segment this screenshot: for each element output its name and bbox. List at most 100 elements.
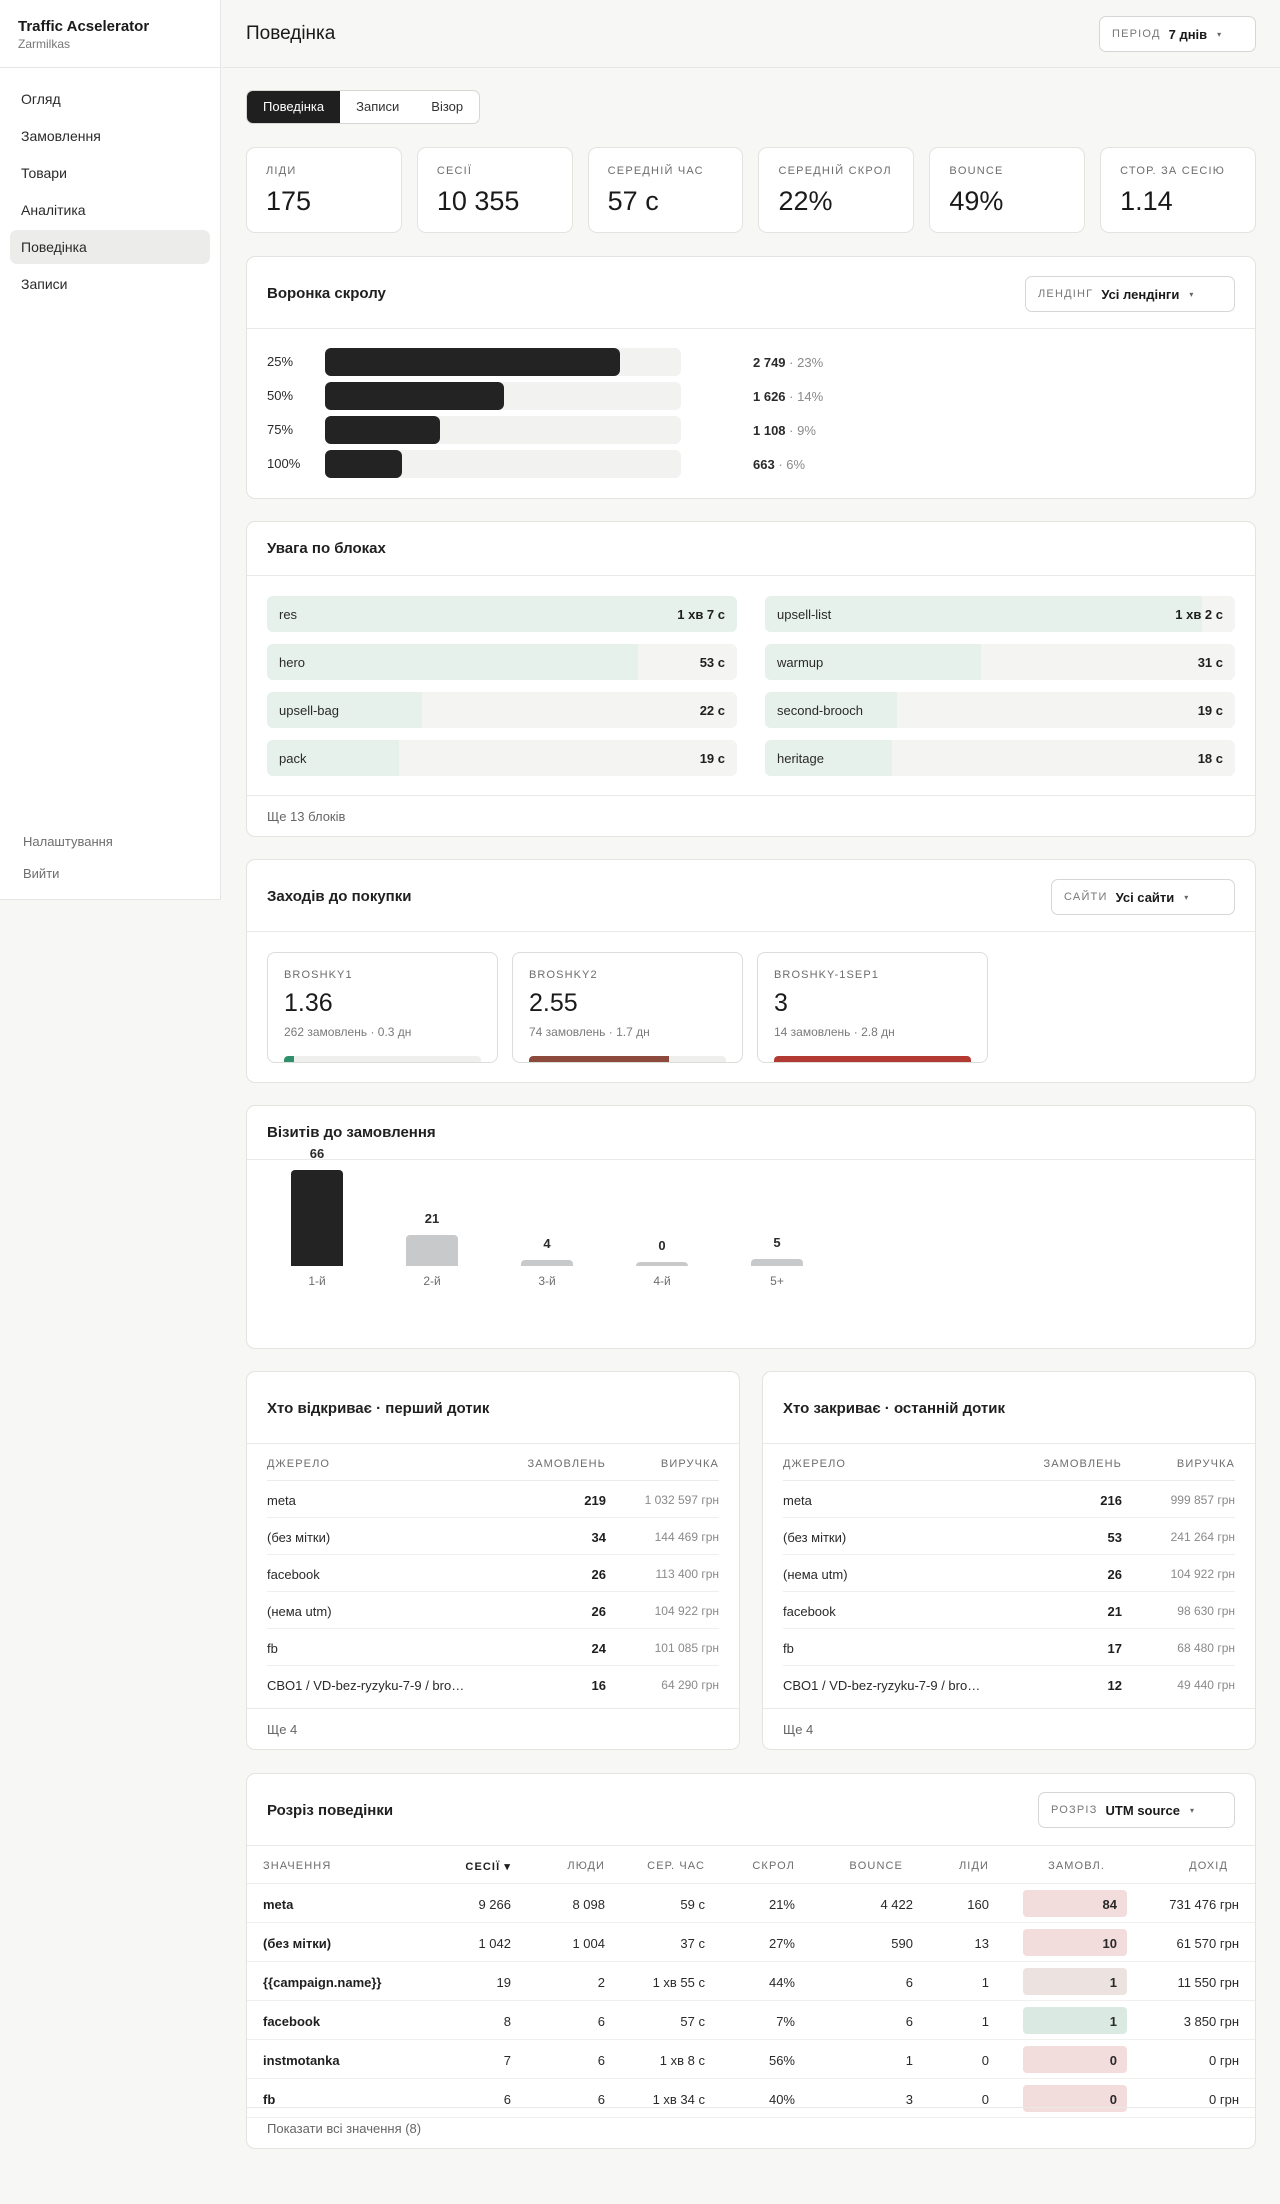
site-card[interactable]: BROSHKY1 1.36 262 замовлень · 0.3 дн [267,952,498,1063]
source-name: fb [267,1641,278,1656]
site-progress-track [774,1056,971,1062]
leads-value: 13 [974,1936,989,1951]
table-row[interactable]: (без мітки) 53 241 264 грн [783,1518,1235,1555]
card-footer: Показати всі значення (8) [247,2107,1255,2148]
col-people[interactable]: Люди [567,1860,605,1872]
site-progress-fill [774,1056,971,1062]
attention-fill [267,596,737,632]
tab-viewer[interactable]: Візор [415,91,479,123]
kpi-label: Стор. за сесію [1120,165,1226,177]
table-row[interactable]: (нема utm) 26 104 922 грн [783,1555,1235,1592]
kpi-label: Сесії [436,165,473,177]
behavior-breakdown-card: Розріз поведінки Розріз UTM source ▾ Зна… [246,1773,1256,2149]
col-orders[interactable]: Замовл. [1048,1860,1105,1872]
table-row[interactable]: meta 216 999 857 грн [783,1481,1235,1518]
funnel-count: 1 626 [753,389,786,404]
kpi-value: 1.14 [1120,186,1173,216]
sidebar-item-products[interactable]: Товари [10,156,210,190]
table-row[interactable]: fb 24 101 085 грн [267,1629,719,1666]
first-touch-table: Джерело Замовлень Виручка meta 219 1 032 5… [267,1444,719,1703]
table-row[interactable]: meta 9 266 8 098 59 с 21% 4 422 160 731 476 грн… [247,1884,1255,1923]
attention-block[interactable]: second-brooch 19 с [765,692,1235,728]
leads-value: 1 [981,1975,989,1990]
card-header: Воронка скролу Лендінг Усі лендінги ▾ [247,257,1255,329]
tab-recordings[interactable]: Записи [340,91,415,123]
orders-count: 34 [591,1530,606,1545]
table-row[interactable]: {{campaign.name}} 19 2 1 хв 55 с 44% 6 1 11 550… [247,1962,1255,2001]
table-row[interactable]: instmotanka 7 6 1 хв 8 с 56% 1 0 0 грн 0 [247,2040,1255,2079]
site-progress-fill [529,1056,669,1062]
attention-block[interactable]: upsell-list 1 хв 2 с [765,596,1235,632]
kpi-value: 22% [778,186,833,216]
visits-bar [751,1259,803,1266]
sidebar-item-behavior[interactable]: Поведінка [10,230,210,264]
attention-block[interactable]: warmup 31 с [765,644,1235,680]
col-sessions-sorted[interactable]: Сесії ▾ [465,1860,511,1873]
table-row[interactable]: (без мітки) 34 144 469 грн [267,1518,719,1555]
attention-block[interactable]: upsell-bag 22 с [267,692,737,728]
attention-block[interactable]: res 1 хв 7 с [267,596,737,632]
scroll-funnel-card: Воронка скролу Лендінг Усі лендінги ▾ 25… [246,256,1256,499]
col-value[interactable]: Значення [263,1860,331,1872]
kpi-label: Ліди [266,165,297,177]
row-value-name: fb [263,2092,276,2107]
table-row[interactable]: meta 219 1 032 597 грн [267,1481,719,1518]
funnel-separator: · [785,389,798,404]
sidebar-item-overview[interactable]: Огляд [10,82,210,116]
col-bounce[interactable]: Bounce [849,1860,903,1872]
leads-value: 160 [967,1897,989,1912]
avg-time-value: 57 с [680,2014,705,2029]
more-sources-link[interactable]: Ще 4 [267,1722,297,1737]
table-row[interactable]: facebook 21 98 630 грн [783,1592,1235,1629]
more-blocks-link[interactable]: Ще 13 блоків [267,809,345,824]
site-name: BROSHKY2 [529,969,598,981]
table-row[interactable]: CBO1 / VD-bez-ryzyku-7-9 / broshky-1sep1… [267,1666,719,1703]
show-all-values-link[interactable]: Показати всі значення (8) [267,2121,421,2136]
sidebar-item-recordings[interactable]: Записи [10,267,210,301]
page-header: Поведінка Період 7 днів ▾ [222,0,1280,68]
site-orders-info: 14 замовлень · 2.8 дн [774,1025,895,1039]
landing-dropdown[interactable]: Лендінг Усі лендінги ▾ [1025,276,1235,312]
col-scroll[interactable]: Скрол [752,1860,795,1872]
period-dropdown[interactable]: Період 7 днів ▾ [1099,16,1256,52]
visits-bar-value: 5 [773,1235,781,1250]
row-value-name: facebook [263,2014,321,2029]
orders-count: 17 [1107,1641,1122,1656]
table-row[interactable]: fb 17 68 480 грн [783,1629,1235,1666]
people-value: 1 004 [572,1936,605,1951]
table-row[interactable]: CBO1 / VD-bez-ryzyku-7-9 / broshky-1sep1… [783,1666,1235,1703]
breakdown-dropdown[interactable]: Розріз UTM source ▾ [1038,1792,1235,1828]
col-leads[interactable]: Ліди [959,1860,989,1872]
source-name: (нема utm) [783,1567,848,1582]
sidebar-item-analytics[interactable]: Аналітика [10,193,210,227]
last-touch-table: Джерело Замовлень Виручка meta 216 999 857… [783,1444,1235,1703]
account-name: Zarmilkas [18,37,71,51]
attention-block[interactable]: hero 53 с [267,644,737,680]
revenue-value: 0 грн [1209,2053,1239,2068]
settings-link[interactable]: Налаштування [10,826,126,858]
orders-value: 84 [1102,1897,1117,1912]
site-card[interactable]: BROSHKY-1SEP1 3 14 замовлень · 2.8 дн [757,952,988,1063]
table-row[interactable]: (нема utm) 26 104 922 грн [267,1592,719,1629]
table-row[interactable]: facebook 26 113 400 грн [267,1555,719,1592]
logout-link[interactable]: Вийти [10,858,126,890]
people-value: 6 [597,2014,605,2029]
site-card[interactable]: BROSHKY2 2.55 74 замовлень · 1.7 дн [512,952,743,1063]
attention-block[interactable]: pack 19 с [267,740,737,776]
table-row[interactable]: facebook 8 6 57 с 7% 6 1 3 850 грн 1 [247,2001,1255,2040]
sidebar-item-orders[interactable]: Замовлення [10,119,210,153]
attention-block[interactable]: heritage 18 с [765,740,1235,776]
more-sources-link[interactable]: Ще 4 [783,1722,813,1737]
sites-dropdown[interactable]: Сайти Усі сайти ▾ [1051,879,1235,915]
table-row[interactable]: (без мітки) 1 042 1 004 37 с 27% 590 13 61 570 … [247,1923,1255,1962]
tab-behavior[interactable]: Поведінка [247,91,341,123]
col-avg-time[interactable]: Сер. час [647,1860,705,1872]
revenue-value: 68 480 грн [1177,1641,1235,1655]
col-revenue[interactable]: Дохід [1189,1860,1228,1872]
kpi-value: 175 [266,186,312,216]
visits-bar-value: 66 [309,1146,325,1161]
block-name: pack [279,751,307,766]
people-value: 6 [597,2053,605,2068]
view-tabs: Поведінка Записи Візор [246,90,481,124]
col-revenue: Виручка [1176,1458,1235,1470]
